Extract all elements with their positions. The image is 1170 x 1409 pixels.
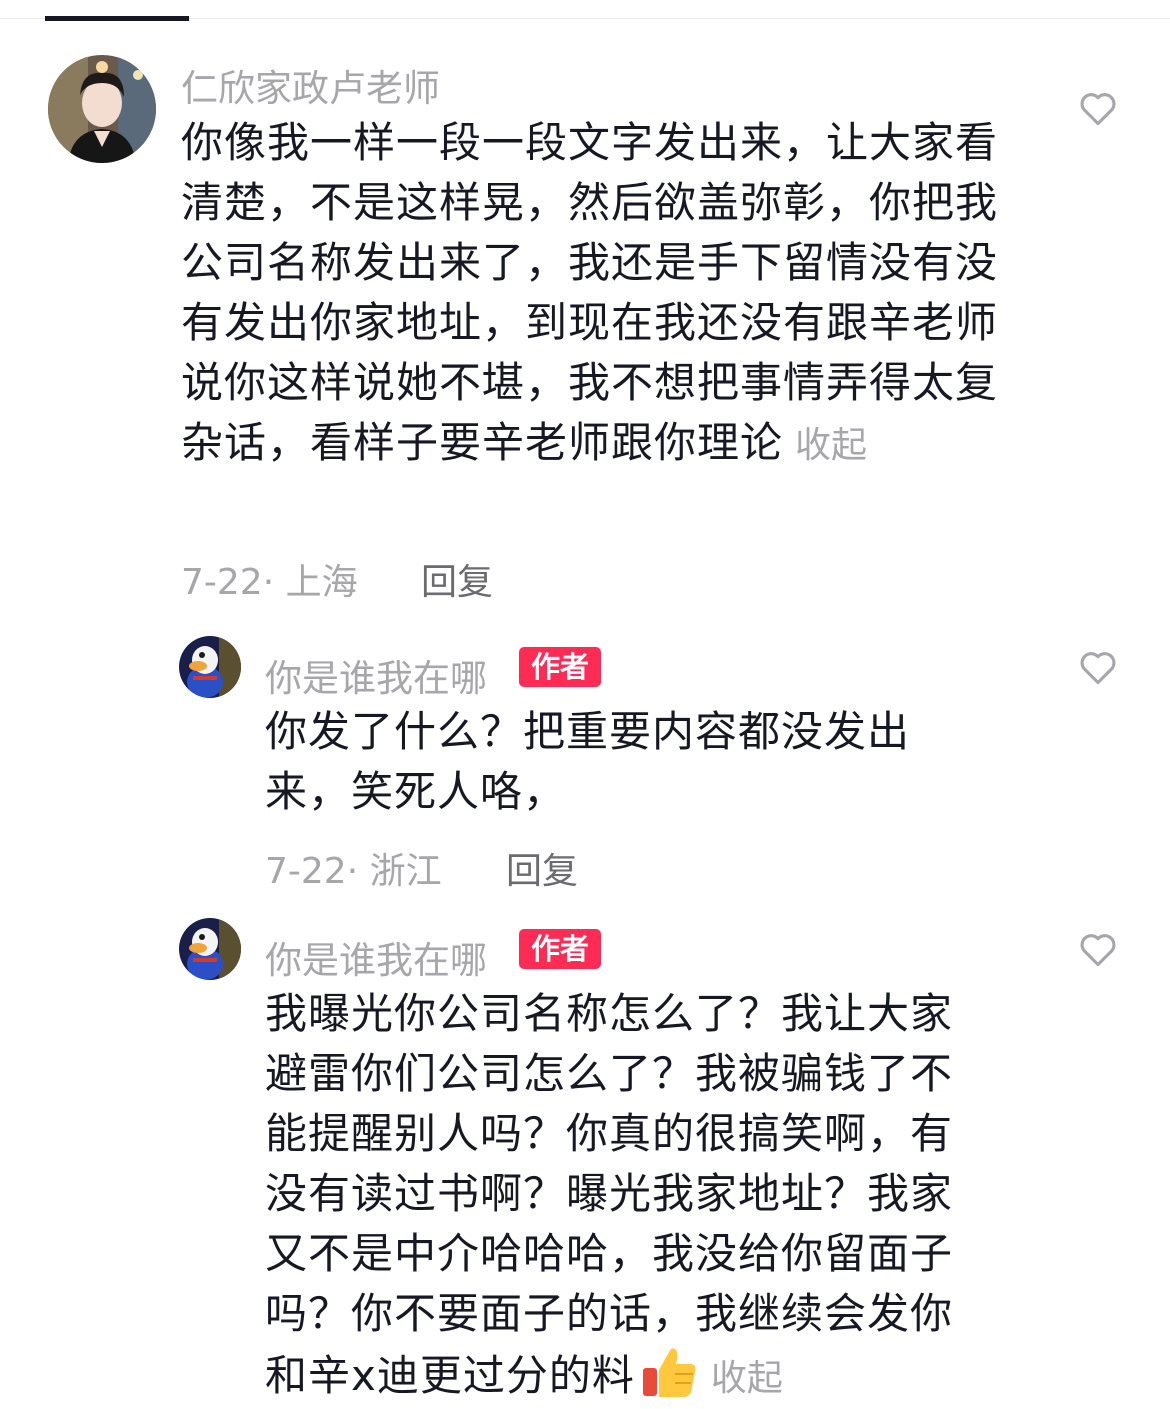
comment-meta: 7-22· 上海 — [181, 562, 358, 603]
avatar[interactable] — [48, 55, 156, 163]
comment-text-content: 我曝光你公司名称怎么了？我让大家避雷你们公司怎么了？我被骗钱了不能提醒别人吗？你… — [265, 989, 954, 1400]
like-heart-icon[interactable] — [1076, 86, 1120, 130]
username[interactable]: 你是谁我在哪 — [265, 930, 487, 984]
collapse-button[interactable]: 收起 — [795, 425, 867, 466]
comment-text: 你发了什么？把重要内容都没发出来，笑死人咯， — [265, 707, 911, 816]
username[interactable]: 仁欣家政卢老师 — [181, 58, 440, 112]
comment-text-content: 你像我一样一段一段文字发出来，让大家看清楚，不是这样晃，然后欲盖弥彰，你把我公司… — [181, 118, 999, 467]
tab-indicator — [45, 16, 189, 21]
collapse-button[interactable]: 收起 — [711, 1358, 783, 1399]
author-badge: 作者 — [519, 647, 602, 687]
reply-button[interactable]: 回复 — [506, 842, 578, 894]
comment-text: 我曝光你公司名称怎么了？我让大家避雷你们公司怎么了？我被骗钱了不能提醒别人吗？你… — [265, 984, 995, 1409]
avatar[interactable] — [179, 636, 241, 698]
reply-button[interactable]: 回复 — [421, 553, 493, 605]
thumbs-up-icon — [642, 1348, 696, 1397]
like-heart-icon[interactable] — [1076, 927, 1120, 971]
author-badge: 作者 — [519, 929, 602, 969]
comment-text: 你像我一样一段一段文字发出来，让大家看清楚，不是这样晃，然后欲盖弥彰，你把我公司… — [181, 113, 1011, 476]
avatar[interactable] — [179, 918, 241, 980]
username[interactable]: 你是谁我在哪 — [265, 648, 487, 702]
like-heart-icon[interactable] — [1076, 645, 1120, 689]
comment-meta: 7-22· 浙江 — [265, 851, 442, 892]
